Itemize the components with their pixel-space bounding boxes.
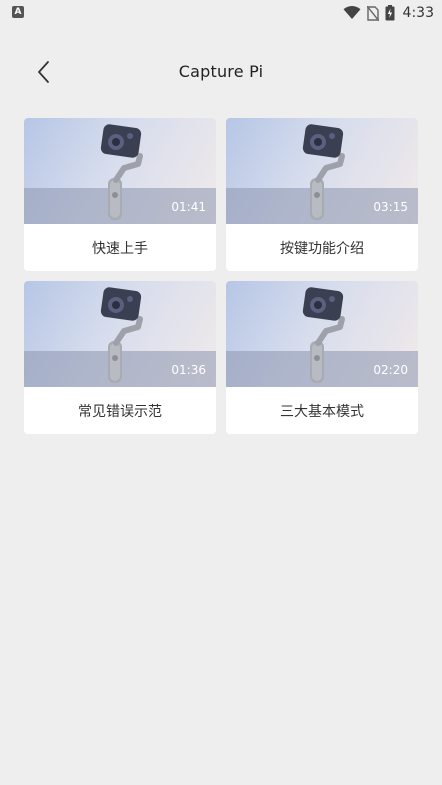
notification-icon: A xyxy=(12,6,24,18)
video-title: 按键功能介绍 xyxy=(280,240,364,257)
video-card[interactable]: 03:15 按键功能介绍 xyxy=(226,118,418,271)
status-time: 4:33 xyxy=(402,5,434,21)
video-duration: 03:15 xyxy=(373,200,408,214)
video-duration: 01:41 xyxy=(171,200,206,214)
gimbal-image xyxy=(100,287,143,383)
app-header: Capture Pi xyxy=(0,50,442,94)
video-title: 常见错误示范 xyxy=(78,403,162,420)
video-duration: 01:36 xyxy=(171,363,206,377)
video-card[interactable]: 02:20 三大基本模式 xyxy=(226,281,418,434)
status-bar: A 4:33 xyxy=(0,0,442,26)
video-thumbnail: 01:41 xyxy=(24,118,216,224)
gimbal-image xyxy=(100,124,143,220)
video-title: 三大基本模式 xyxy=(280,403,364,420)
wifi-icon xyxy=(343,6,361,19)
video-title: 快速上手 xyxy=(92,240,148,257)
video-duration: 02:20 xyxy=(373,363,408,377)
video-thumbnail: 03:15 xyxy=(226,118,418,224)
status-icons: 4:33 xyxy=(343,4,434,22)
video-grid: 01:41 快速上手 03:15 按键功能介绍 01:36 常见错误示范 02:… xyxy=(24,118,418,434)
video-thumbnail: 02:20 xyxy=(226,281,418,387)
video-card[interactable]: 01:36 常见错误示范 xyxy=(24,281,216,434)
gimbal-image xyxy=(302,124,345,220)
video-card[interactable]: 01:41 快速上手 xyxy=(24,118,216,271)
page-title: Capture Pi xyxy=(178,62,264,81)
video-thumbnail: 01:36 xyxy=(24,281,216,387)
no-sim-icon xyxy=(366,5,379,21)
battery-icon xyxy=(385,5,395,21)
gimbal-image xyxy=(302,287,345,383)
